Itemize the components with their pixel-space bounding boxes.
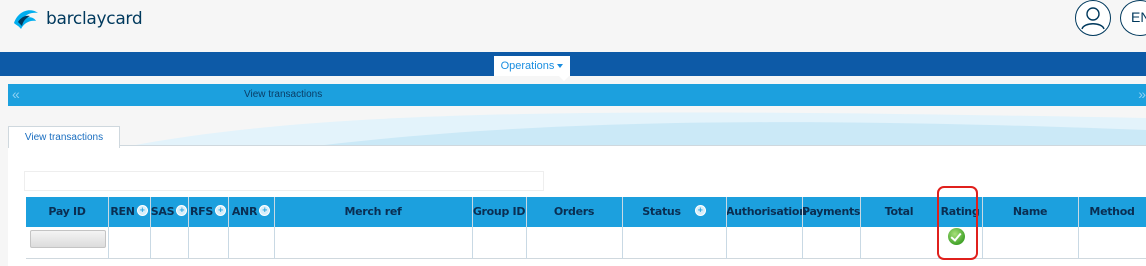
pay-id-button[interactable] (30, 230, 106, 248)
column-method[interactable]: Method (1078, 197, 1146, 227)
eagle-logo-icon (14, 10, 38, 30)
column-label: Group ID (472, 205, 526, 218)
column-label: Pay ID (48, 205, 86, 218)
column-divider (188, 197, 189, 259)
info-icon[interactable]: + (694, 205, 706, 216)
column-sas[interactable]: SAS + (150, 197, 188, 227)
column-label: SAS (150, 205, 175, 218)
column-label: RFS (189, 205, 213, 218)
column-label: ANR (231, 205, 258, 218)
column-rfs[interactable]: RFS + (188, 197, 228, 227)
column-label: Orders (553, 205, 595, 218)
top-header: barclaycard EN (0, 0, 1146, 52)
column-total[interactable]: Total (860, 197, 938, 227)
column-label: REN (110, 205, 135, 218)
brand-logo[interactable]: barclaycard (12, 7, 143, 31)
column-divider (726, 197, 727, 259)
column-label: Authorisation (726, 205, 807, 218)
filter-area (24, 171, 544, 191)
column-divider (982, 197, 983, 259)
rating-highlight-box (937, 186, 978, 260)
user-icon (1081, 7, 1105, 30)
column-divider (274, 197, 275, 259)
column-name[interactable]: Name (982, 197, 1078, 227)
column-label: Merch ref (344, 205, 402, 218)
nav-pointer-icon (559, 76, 569, 81)
profile-button[interactable] (1075, 0, 1111, 36)
column-label: Total (884, 205, 914, 218)
column-status[interactable]: Status + (622, 197, 726, 227)
breadcrumb-bar: « View transactions » (8, 84, 1146, 106)
info-icon[interactable]: + (215, 205, 226, 216)
info-icon[interactable]: + (136, 205, 148, 216)
column-label: Payments (802, 205, 861, 218)
scroll-left-icon[interactable]: « (12, 85, 20, 103)
column-divider (150, 197, 151, 259)
brand-name: barclaycard (46, 9, 143, 29)
column-label: Name (1012, 205, 1048, 218)
transactions-table: Pay ID REN + SAS + RFS + ANR + Merch ref Gro… (26, 197, 1146, 259)
column-payments[interactable]: Payments (802, 197, 860, 227)
column-merch-ref[interactable]: Merch ref (274, 197, 472, 227)
column-divider (526, 197, 527, 259)
table-header: Pay ID REN + SAS + RFS + ANR + Merch ref Gro… (26, 197, 1146, 227)
column-divider (472, 197, 473, 259)
column-divider (622, 197, 623, 259)
main-nav-bar (0, 52, 1146, 76)
column-group-id[interactable]: Group ID (472, 197, 526, 227)
column-divider (108, 197, 109, 259)
column-ren[interactable]: REN + (108, 197, 150, 227)
chevron-down-icon (557, 64, 564, 69)
info-icon[interactable]: + (259, 205, 271, 216)
column-divider (228, 197, 229, 259)
language-button[interactable]: EN (1120, 0, 1146, 36)
app-root: barclaycard EN Operations « View transac… (0, 0, 1146, 266)
tab-view-transactions[interactable]: View transactions (8, 126, 120, 148)
scroll-right-icon[interactable]: » (1138, 85, 1146, 103)
column-divider (1078, 197, 1079, 259)
column-label: Method (1089, 205, 1135, 218)
nav-item-operations[interactable]: Operations (494, 56, 570, 76)
column-label: Status (642, 205, 681, 218)
breadcrumb-title: View transactions (244, 89, 323, 100)
column-authorisation[interactable]: Authorisation (726, 197, 807, 227)
column-divider (802, 197, 803, 259)
info-icon[interactable]: + (176, 205, 188, 216)
column-anr[interactable]: ANR + (228, 197, 274, 227)
column-orders[interactable]: Orders (526, 197, 622, 227)
column-pay-id[interactable]: Pay ID (26, 197, 108, 227)
nav-item-label: Operations (500, 60, 555, 72)
column-divider (860, 197, 861, 259)
table-row[interactable] (26, 227, 1146, 259)
